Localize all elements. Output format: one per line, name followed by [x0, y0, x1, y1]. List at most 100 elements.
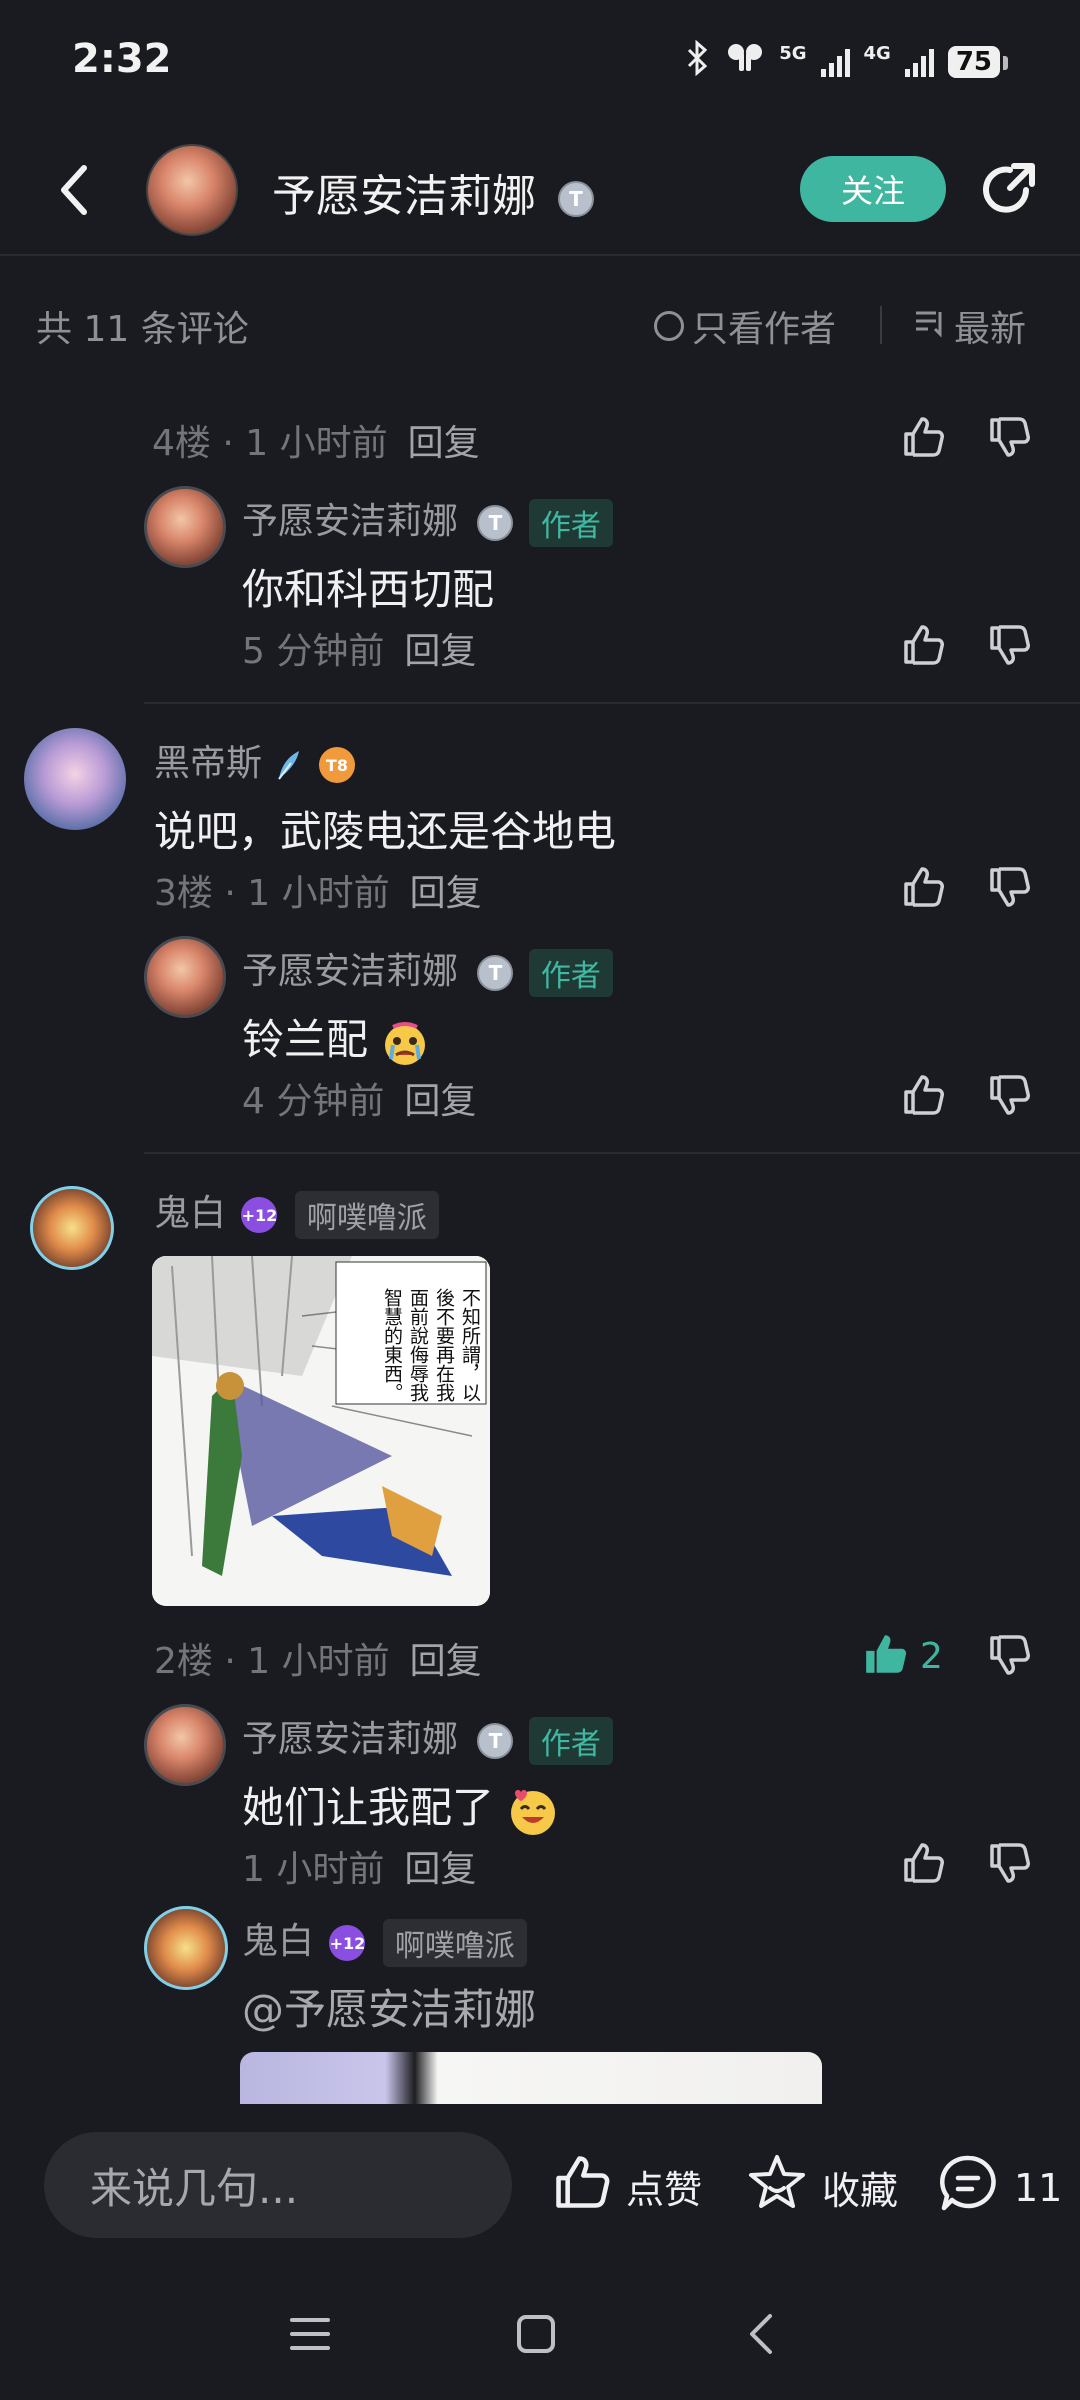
manga-text-4: 智慧的東西。 — [381, 1288, 403, 1402]
thumb-down-icon[interactable] — [986, 414, 1032, 464]
sort-button[interactable]: 最新 — [914, 300, 1026, 352]
reply-author-name[interactable]: 鬼白 — [242, 1921, 314, 1962]
comment-meta: 2楼 · 1 小时前 回复 — [154, 1632, 482, 1684]
avatar[interactable] — [24, 728, 126, 830]
only-author-toggle[interactable]: 只看作者 — [654, 300, 836, 352]
signal-icon — [820, 47, 850, 77]
comments-button[interactable]: 11 — [938, 2152, 1062, 2223]
divider — [144, 1152, 1080, 1154]
reply-content: 铃兰配 — [242, 1006, 429, 1067]
divider — [880, 306, 882, 344]
reply-button[interactable]: 回复 — [408, 423, 480, 464]
reply-author: 予愿安洁莉娜 T 作者 — [242, 1710, 613, 1765]
comment-meta: 4楼 · 1 小时前 回复 — [152, 414, 480, 466]
comment-image[interactable] — [240, 2052, 822, 2104]
title-badge-icon: T — [477, 955, 514, 991]
crying-emoji-icon — [381, 1015, 429, 1065]
reply-author-name[interactable]: 予愿安洁莉娜 — [242, 1719, 458, 1760]
reply-button[interactable]: 回复 — [404, 631, 476, 672]
reply-meta: 4 分钟前 回复 — [242, 1072, 476, 1124]
author-tag: 作者 — [528, 1717, 613, 1765]
thumb-up-icon[interactable] — [900, 864, 946, 914]
comment-input[interactable]: 来说几句... — [44, 2132, 512, 2238]
title-badge-icon: T — [558, 181, 594, 217]
status-icons: 5G 4G 75 — [685, 39, 1009, 83]
level-badge: +12 — [329, 1925, 366, 1961]
avatar[interactable] — [146, 144, 238, 236]
signal-icon-2 — [904, 47, 934, 77]
network-4g: 4G — [863, 43, 891, 64]
follow-button[interactable]: 关注 — [800, 156, 946, 222]
comment-author-name[interactable]: 黑帝斯 — [154, 743, 262, 784]
favorite-button[interactable]: 收藏 — [746, 2152, 898, 2223]
thumb-down-icon[interactable] — [986, 622, 1032, 672]
thumb-up-filled-icon — [862, 1630, 910, 1682]
reply-author: 予愿安洁莉娜 T 作者 — [242, 492, 613, 547]
avatar[interactable] — [144, 1704, 226, 1786]
like-button[interactable]: 点赞 — [552, 2152, 702, 2221]
level-badge: +12 — [241, 1197, 278, 1233]
home-icon[interactable] — [514, 2312, 558, 2360]
title-badge-icon: T — [477, 505, 514, 541]
favorite-label: 收藏 — [822, 2169, 899, 2213]
thumb-down-icon[interactable] — [986, 1840, 1032, 1890]
earbuds-icon — [725, 41, 765, 82]
page-title[interactable]: 予愿安洁莉娜 T — [272, 160, 594, 224]
reply-meta: 1 小时前 回复 — [242, 1840, 476, 1892]
reply-button[interactable]: 回复 — [410, 1641, 482, 1682]
comment-image[interactable]: 不知所謂，以 後不要再在我 面前說侮辱我 智慧的東西。 — [152, 1256, 490, 1606]
avatar[interactable] — [144, 486, 226, 568]
level-value: 8 — [336, 755, 348, 775]
reply-meta: 5 分钟前 回复 — [242, 622, 476, 674]
thumb-up-icon[interactable] — [900, 1072, 946, 1122]
comment-content: 说吧，武陵电还是谷地电 — [154, 807, 617, 856]
thumb-up-icon[interactable] — [900, 1840, 946, 1890]
avatar[interactable] — [30, 1186, 114, 1270]
battery-icon: 75 — [947, 45, 1009, 78]
thumb-down-icon[interactable] — [986, 1072, 1032, 1122]
thumb-up-icon[interactable] — [900, 414, 946, 464]
like-count: 2 — [920, 1635, 943, 1677]
divider — [144, 702, 1080, 704]
author-tag: 作者 — [528, 499, 613, 547]
network-5g: 5G — [779, 43, 807, 64]
level-badge: T8 — [318, 747, 355, 783]
feather-icon — [273, 743, 314, 784]
reply-text: 她们让我配了 — [242, 1783, 495, 1832]
comment-time: 4楼 · 1 小时前 — [152, 423, 388, 464]
bluetooth-icon — [685, 39, 711, 83]
reply-content: 你和科西切配 — [242, 565, 495, 614]
reply-button[interactable]: 回复 — [404, 1081, 476, 1122]
reply-button[interactable]: 回复 — [404, 1849, 476, 1890]
manga-text-1: 不知所謂，以 — [459, 1288, 481, 1402]
reply-author-name[interactable]: 予愿安洁莉娜 — [242, 951, 458, 992]
comment-time: 2楼 · 1 小时前 — [154, 1641, 390, 1682]
reply-content: 她们让我配了 — [242, 1774, 559, 1837]
manga-text-2: 後不要再在我 — [433, 1288, 455, 1402]
reply-time: 4 分钟前 — [242, 1081, 385, 1122]
avatar[interactable] — [144, 936, 226, 1018]
radio-icon — [654, 311, 684, 341]
reply-time: 5 分钟前 — [242, 631, 385, 672]
like-button-active[interactable]: 2 — [862, 1630, 943, 1682]
group-tag: 啊噗噜派 — [294, 1191, 439, 1239]
comment-time: 3楼 · 1 小时前 — [154, 873, 390, 914]
thumb-down-icon[interactable] — [986, 864, 1032, 914]
nav-back-icon[interactable] — [742, 2310, 782, 2362]
comment-author: 黑帝斯 T8 — [154, 734, 355, 786]
thumb-up-icon — [552, 2152, 612, 2221]
thumb-down-icon[interactable] — [986, 1632, 1032, 1682]
comment-count: 共 11 条评论 — [36, 309, 249, 350]
share-icon[interactable] — [978, 160, 1040, 226]
reply-author-name[interactable]: 予愿安洁莉娜 — [242, 501, 458, 542]
author-name: 予愿安洁莉娜 — [272, 171, 536, 222]
thumb-up-icon[interactable] — [900, 622, 946, 672]
menu-icon[interactable] — [288, 2312, 332, 2360]
reply-button[interactable]: 回复 — [410, 873, 482, 914]
comment-author-name[interactable]: 鬼白 — [154, 1193, 226, 1234]
back-icon[interactable] — [52, 160, 96, 224]
author-tag: 作者 — [528, 949, 613, 997]
avatar[interactable] — [144, 1906, 228, 1990]
comment-meta: 3楼 · 1 小时前 回复 — [154, 864, 482, 916]
sort-icon — [914, 306, 946, 347]
